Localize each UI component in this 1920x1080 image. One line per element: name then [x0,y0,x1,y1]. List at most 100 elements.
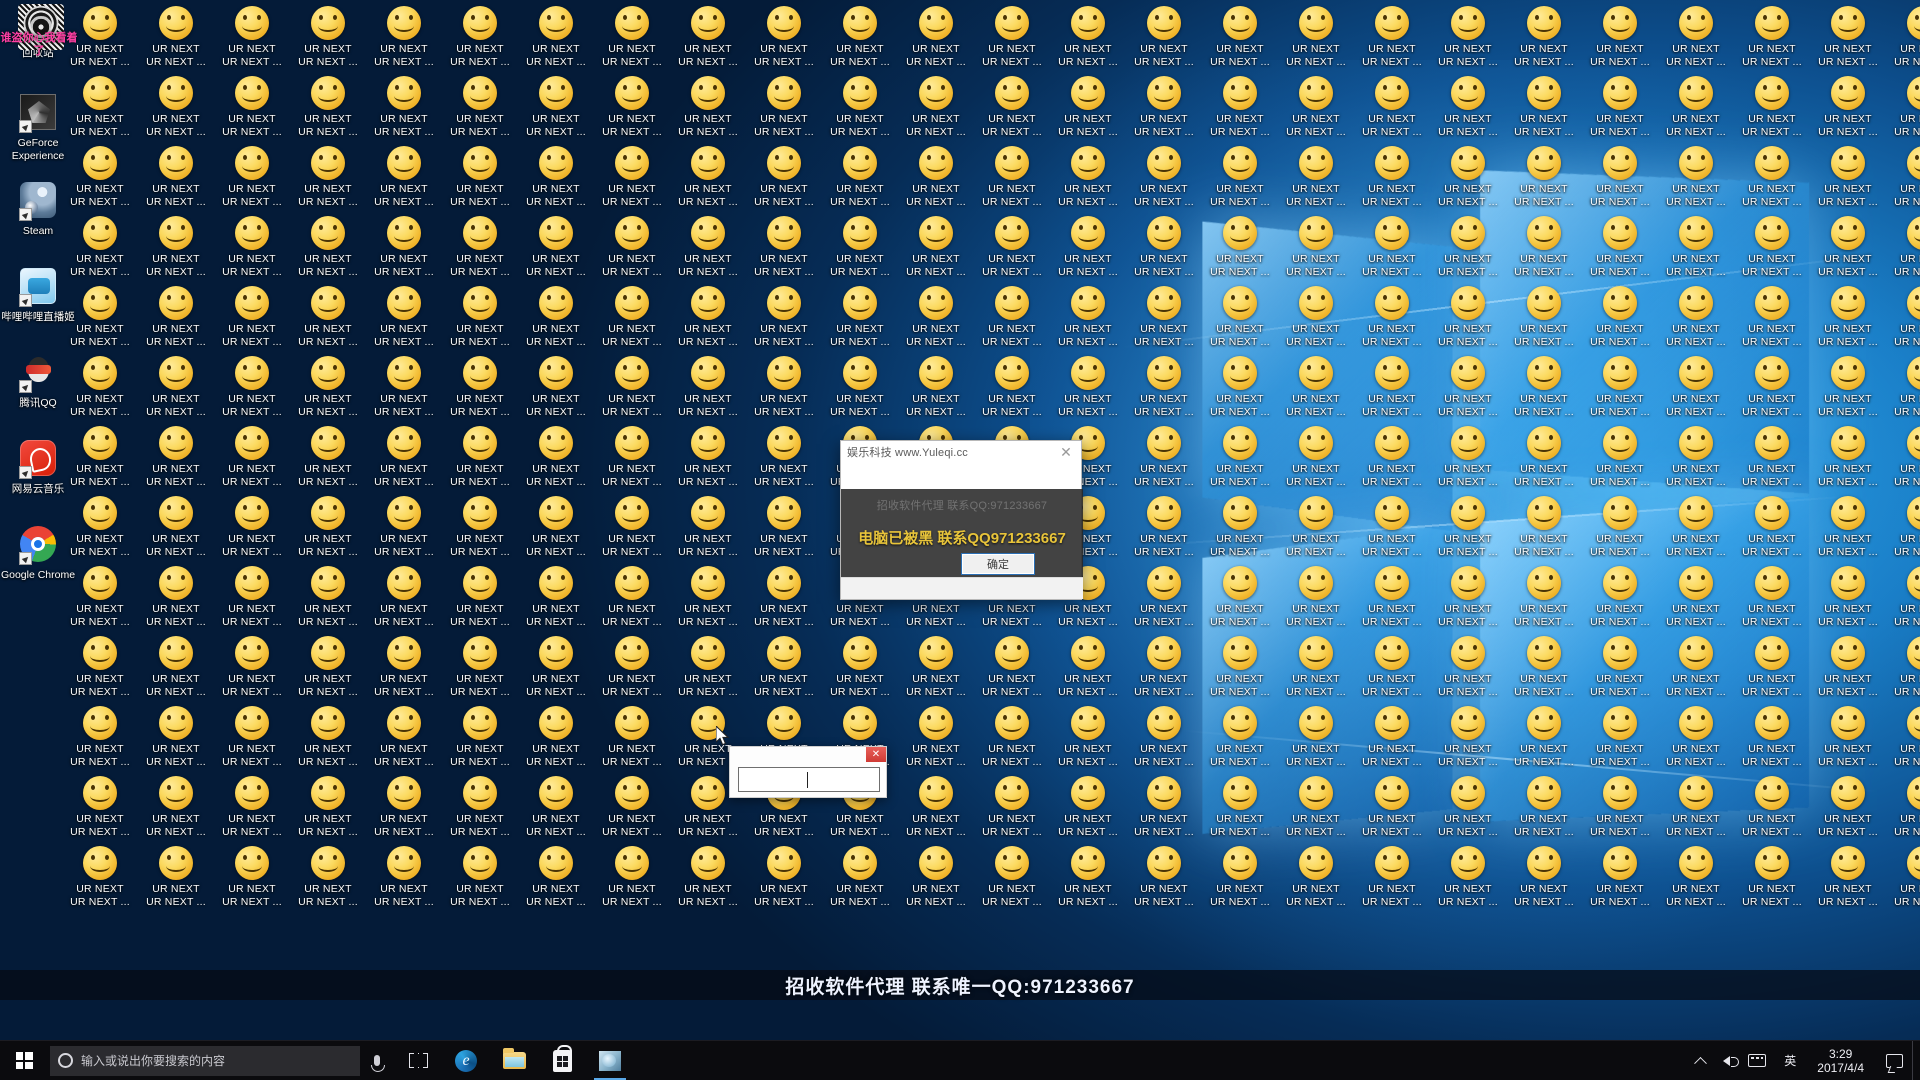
virus-icon[interactable]: UR NEXTUR NEXT ... [1278,776,1354,838]
virus-icon[interactable]: UR NEXTUR NEXT ... [746,846,822,908]
virus-icon[interactable]: UR NEXTUR NEXT ... [594,846,670,908]
virus-icon[interactable]: UR NEXTUR NEXT ... [1202,566,1278,628]
virus-icon[interactable]: UR NEXTUR NEXT ... [1810,636,1886,698]
virus-icon[interactable]: UR NEXTUR NEXT ... [518,846,594,908]
virus-icon[interactable]: UR NEXTUR NEXT ... [1430,146,1506,208]
virus-icon[interactable]: UR NEXTUR NEXT ... [518,776,594,838]
virus-icon[interactable]: UR NEXTUR NEXT ... [1050,6,1126,68]
virus-icon[interactable]: UR NEXTUR NEXT ... [670,76,746,138]
virus-icon[interactable]: UR NEXTUR NEXT ... [138,286,214,348]
virus-icon[interactable]: UR NEXTUR NEXT ... [670,146,746,208]
virus-icon[interactable]: UR NEXTUR NEXT ... [594,776,670,838]
virus-icon[interactable]: UR NEXTUR NEXT ... [1126,6,1202,68]
virus-icon[interactable]: UR NEXTUR NEXT ... [898,286,974,348]
virus-icon[interactable]: UR NEXTUR NEXT ... [1582,356,1658,418]
taskbar[interactable]: 输入或说出你要搜索的内容 英 3:29 2017/4/4 [0,1040,1920,1080]
virus-icon[interactable]: UR NEXTUR NEXT ... [1810,286,1886,348]
virus-icon[interactable]: UR NEXTUR NEXT ... [1734,286,1810,348]
virus-icon[interactable]: UR NEXTUR NEXT ... [214,636,290,698]
virus-icon[interactable]: UR NEXTUR NEXT ... [1658,76,1734,138]
virus-icon[interactable]: UR NEXTUR NEXT ... [214,286,290,348]
virus-icon[interactable]: UR NEXTUR NEXT ... [518,636,594,698]
virus-icon[interactable]: UR NEXTUR NEXT ... [518,706,594,768]
virus-icon[interactable]: UR NEXTUR NEXT ... [290,146,366,208]
virus-icon[interactable]: UR NEXTUR NEXT ... [1430,846,1506,908]
virus-icon[interactable]: UR NEXTUR NEXT ... [290,6,366,68]
virus-icon[interactable]: UR NEXTUR NEXT ... [1810,146,1886,208]
virus-icon[interactable]: UR NEXTUR NEXT ... [1886,776,1920,838]
virus-icon[interactable]: UR NEXTUR NEXT ... [1278,846,1354,908]
virus-icon[interactable]: UR NEXTUR NEXT ... [594,146,670,208]
virus-icon[interactable]: UR NEXTUR NEXT ... [1734,76,1810,138]
virus-icon[interactable]: UR NEXTUR NEXT ... [1886,146,1920,208]
virus-icon[interactable]: UR NEXTUR NEXT ... [974,146,1050,208]
virus-icon[interactable]: UR NEXTUR NEXT ... [670,496,746,558]
virus-icon[interactable]: UR NEXTUR NEXT ... [1658,846,1734,908]
virus-icon[interactable]: UR NEXTUR NEXT ... [1810,776,1886,838]
hacked-warning-dialog[interactable]: 娱乐科技 www.Yuleqi.cc ✕ 招收软件代理 联系QQ:9712336… [840,440,1083,600]
virus-icon[interactable]: UR NEXTUR NEXT ... [214,146,290,208]
virus-icon[interactable]: UR NEXTUR NEXT ... [1278,6,1354,68]
virus-icon[interactable]: UR NEXTUR NEXT ... [1886,566,1920,628]
virus-icon[interactable]: UR NEXTUR NEXT ... [1278,636,1354,698]
virus-icon[interactable]: UR NEXTUR NEXT ... [1050,846,1126,908]
virus-icon[interactable]: UR NEXTUR NEXT ... [1734,636,1810,698]
virus-icon[interactable]: UR NEXTUR NEXT ... [1506,776,1582,838]
virus-icon[interactable]: UR NEXTUR NEXT ... [822,846,898,908]
virus-icon[interactable]: UR NEXTUR NEXT ... [290,706,366,768]
virus-icon[interactable]: UR NEXTUR NEXT ... [1354,146,1430,208]
virus-icon[interactable]: UR NEXTUR NEXT ... [1202,286,1278,348]
virus-icon[interactable]: UR NEXTUR NEXT ... [1278,706,1354,768]
virus-icon[interactable]: UR NEXTUR NEXT ... [594,566,670,628]
volume-button[interactable] [1714,1041,1740,1080]
virus-icon[interactable]: UR NEXTUR NEXT ... [366,636,442,698]
virus-icon[interactable]: UR NEXTUR NEXT ... [214,426,290,488]
virus-icon[interactable]: UR NEXTUR NEXT ... [1126,356,1202,418]
virus-icon[interactable]: UR NEXTUR NEXT ... [1354,636,1430,698]
virus-icon[interactable]: UR NEXTUR NEXT ... [138,76,214,138]
virus-icon[interactable]: UR NEXTUR NEXT ... [1734,216,1810,278]
virus-icon[interactable]: UR NEXTUR NEXT ... [366,356,442,418]
virus-icon[interactable]: UR NEXTUR NEXT ... [214,356,290,418]
virus-icon[interactable]: UR NEXTUR NEXT ... [1658,6,1734,68]
virus-icon[interactable]: UR NEXTUR NEXT ... [746,216,822,278]
virus-icon[interactable]: UR NEXTUR NEXT ... [1658,286,1734,348]
virus-icon[interactable]: UR NEXTUR NEXT ... [1734,496,1810,558]
virus-icon[interactable]: UR NEXTUR NEXT ... [594,356,670,418]
virus-icon[interactable]: UR NEXTUR NEXT ... [594,636,670,698]
virus-icon[interactable]: UR NEXTUR NEXT ... [974,286,1050,348]
virus-icon[interactable]: UR NEXTUR NEXT ... [1506,356,1582,418]
virus-icon[interactable]: UR NEXTUR NEXT ... [1430,706,1506,768]
virus-icon[interactable]: UR NEXTUR NEXT ... [1582,286,1658,348]
virus-icon[interactable]: UR NEXTUR NEXT ... [1506,286,1582,348]
virus-icon[interactable]: UR NEXTUR NEXT ... [1506,706,1582,768]
virus-icon[interactable]: UR NEXTUR NEXT ... [1354,356,1430,418]
virus-icon[interactable]: UR NEXTUR NEXT ... [1278,286,1354,348]
virus-icon[interactable]: UR NEXTUR NEXT ... [1202,496,1278,558]
virus-icon[interactable]: UR NEXTUR NEXT ... [1582,426,1658,488]
virus-icon[interactable]: UR NEXTUR NEXT ... [1886,496,1920,558]
virus-icon[interactable]: UR NEXTUR NEXT ... [1810,566,1886,628]
virus-icon[interactable]: UR NEXTUR NEXT ... [518,356,594,418]
virus-icon[interactable]: UR NEXTUR NEXT ... [1734,776,1810,838]
virus-icon[interactable]: UR NEXTUR NEXT ... [442,76,518,138]
desktop[interactable]: UR NEXT UR NEXT ... UR NEXT UR NEXT ... UR N… [0,0,1920,1040]
virus-icon[interactable]: UR NEXTUR NEXT ... [138,776,214,838]
virus-icon[interactable]: UR NEXTUR NEXT ... [1506,146,1582,208]
virus-icon[interactable]: UR NEXTUR NEXT ... [366,146,442,208]
virus-icon[interactable]: UR NEXTUR NEXT ... [518,286,594,348]
virus-icon[interactable]: UR NEXTUR NEXT ... [822,356,898,418]
virus-icon[interactable]: UR NEXTUR NEXT ... [138,846,214,908]
virus-icon[interactable]: UR NEXTUR NEXT ... [366,426,442,488]
virus-icon[interactable]: UR NEXTUR NEXT ... [1582,146,1658,208]
virus-icon[interactable]: UR NEXTUR NEXT ... [1050,706,1126,768]
taskbar-item-microsoft-edge[interactable] [442,1041,490,1080]
virus-icon[interactable]: UR NEXTUR NEXT ... [1430,286,1506,348]
desktop-shortcut-netease-music[interactable]: 网易云音乐 [0,440,76,496]
taskbar-item-task-view[interactable] [394,1041,442,1080]
virus-icon[interactable]: UR NEXTUR NEXT ... [366,216,442,278]
virus-icon[interactable]: UR NEXTUR NEXT ... [1886,636,1920,698]
virus-icon[interactable]: UR NEXTUR NEXT ... [1430,496,1506,558]
virus-icon[interactable]: UR NEXTUR NEXT ... [1202,706,1278,768]
show-hidden-icons-button[interactable] [1687,1041,1714,1080]
